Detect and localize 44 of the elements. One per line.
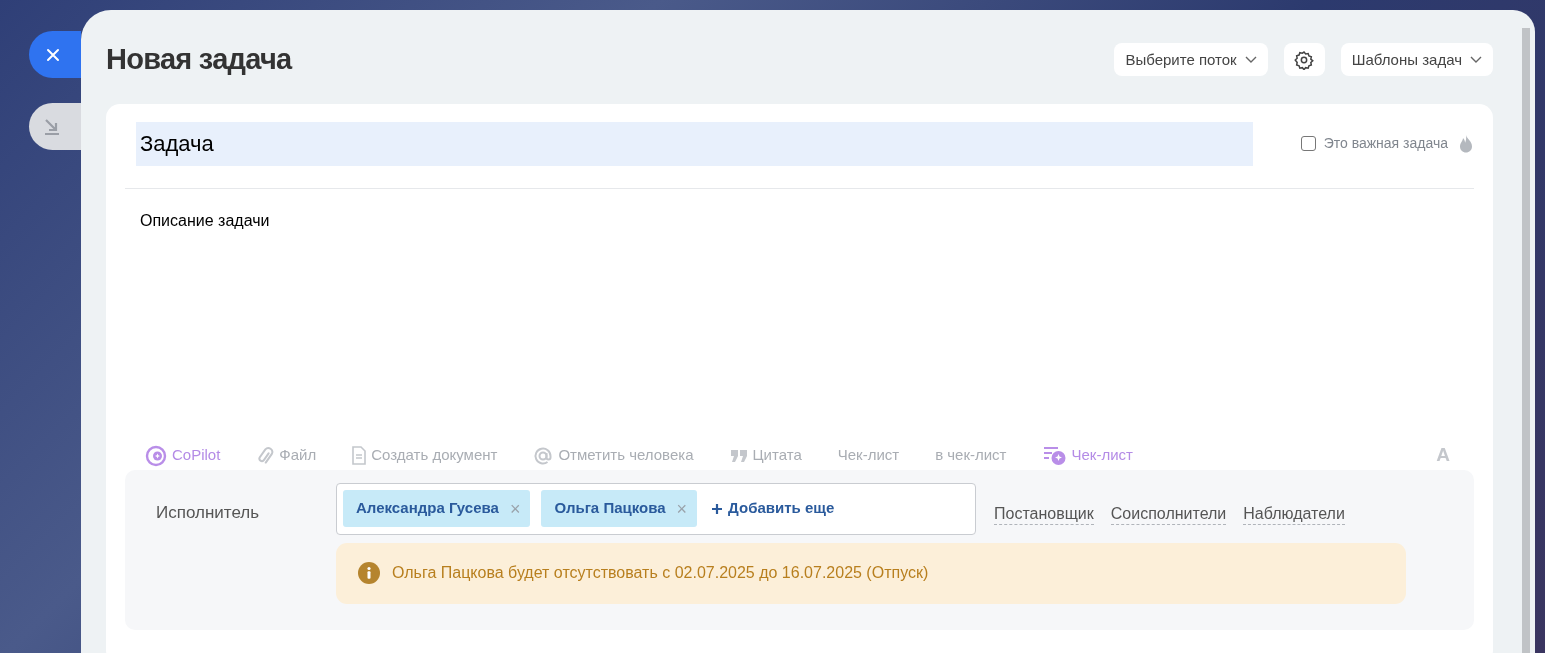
copilot-icon: [145, 444, 167, 467]
close-icon: [46, 47, 60, 62]
settings-button[interactable]: [1283, 43, 1325, 77]
remove-button[interactable]: ×: [509, 499, 521, 518]
plus-icon: [712, 503, 723, 514]
dropdown-button[interactable]: Выберите поток: [1114, 43, 1268, 77]
settings-icon: [1294, 49, 1315, 70]
assignee-name: Ольга Пацкова: [554, 498, 666, 519]
chevron-down-icon: [1470, 55, 1482, 64]
collapse-button[interactable]: [29, 103, 81, 150]
close-button[interactable]: [29, 31, 81, 78]
add-more-link[interactable]: Добавить еще: [712, 497, 835, 520]
quote-icon: [729, 448, 748, 463]
dropdown-button[interactable]: Шаблоны задач: [1340, 43, 1493, 77]
remove-button[interactable]: ×: [676, 499, 688, 518]
toolbar-button[interactable]: Отметить человека: [533, 444, 694, 467]
toolbar-button[interactable]: Цитата: [729, 444, 802, 467]
info-icon: [358, 562, 380, 584]
role-link[interactable]: Постановщик: [994, 503, 1094, 525]
toolbar-button[interactable]: Файл: [256, 444, 317, 467]
toolbar-button[interactable]: Создать документ: [352, 444, 498, 467]
assignee-label: Исполнитель: [156, 501, 261, 524]
flame-icon: [1458, 134, 1474, 153]
important-checkbox[interactable]: [1300, 136, 1316, 151]
toolbar-button[interactable]: CoPilot: [145, 444, 221, 467]
toolbar-button[interactable]: Чек-лист: [1042, 444, 1133, 467]
page-title: Новая задача: [106, 42, 292, 77]
task-title-field[interactable]: Задача: [136, 121, 1253, 166]
chevron-down-icon: [1244, 55, 1257, 64]
assignee-name: Александра Гусева: [356, 498, 499, 519]
warning-text: Ольга Пацкова будет отсутствовать с 02.07.2025 до 16.07.2025 (Отпуск): [392, 563, 929, 583]
paperclip-icon: [256, 445, 275, 466]
assignee-field[interactable]: Александра Гусева × Ольга Пацкова × Добавить еще: [336, 482, 976, 535]
document-icon: [352, 446, 367, 465]
role-link[interactable]: Соисполнители: [1110, 503, 1227, 525]
important-label: Это важная задача: [1323, 134, 1448, 153]
description-text[interactable]: Описание задачи: [140, 208, 1474, 437]
toolbar-button[interactable]: в чек-лист: [935, 444, 1007, 467]
arrow-down-right-icon: [43, 117, 61, 136]
role-link[interactable]: Наблюдатели: [1243, 503, 1345, 525]
text-format-button[interactable]: A: [1436, 441, 1450, 470]
checklist-icon: [1042, 445, 1067, 466]
toolbar-button[interactable]: Чек-лист: [837, 444, 900, 467]
at-sign-icon: [533, 445, 554, 466]
